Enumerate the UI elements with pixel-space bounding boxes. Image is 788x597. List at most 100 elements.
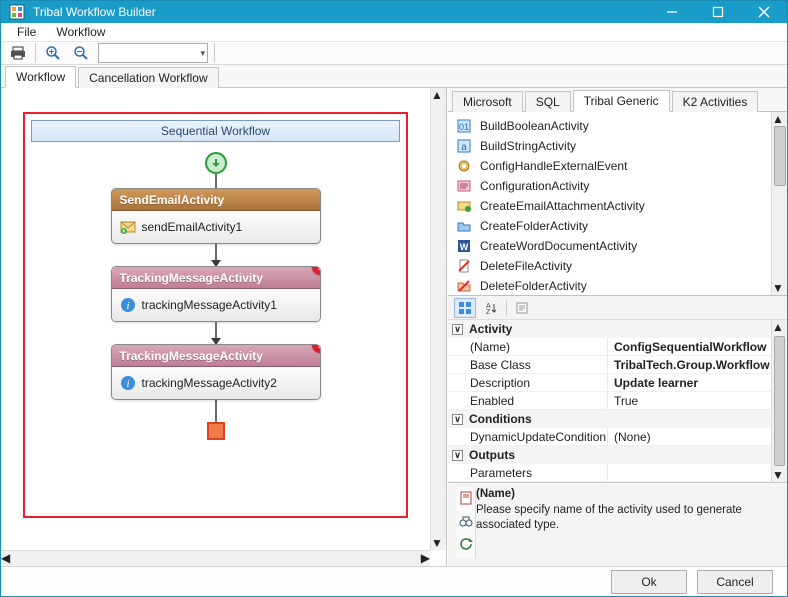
toolbar: ▾ <box>1 42 787 65</box>
refresh-icon[interactable] <box>459 537 473 554</box>
toolbox-item[interactable]: DeleteFolderActivity <box>450 276 769 295</box>
toolbox-tab-sql[interactable]: SQL <box>525 91 571 112</box>
dialog-buttons: Ok Cancel <box>1 566 787 596</box>
prop-key: Enabled <box>448 392 608 410</box>
window-title: Tribal Workflow Builder <box>33 5 649 19</box>
tab-cancellation[interactable]: Cancellation Workflow <box>78 67 219 88</box>
propgrid-alpha-button[interactable]: AZ <box>480 298 502 318</box>
chevron-down-icon: ▾ <box>200 48 205 59</box>
block-icon: a <box>456 138 472 154</box>
doc-icon[interactable] <box>459 491 473 508</box>
toolbox-scrollbar[interactable]: ▲ ▼ <box>771 112 787 295</box>
propgrid-toolbar: AZ <box>448 296 787 320</box>
propgrid-category: Conditions <box>469 412 532 426</box>
prop-value[interactable]: ConfigSequentialWorkflow <box>608 338 771 356</box>
maximize-button[interactable] <box>695 1 741 23</box>
activity-tracking-2[interactable]: ! TrackingMessageActivity i trackingMess… <box>111 344 321 400</box>
svg-text:Z: Z <box>486 309 491 315</box>
file-delete-icon <box>456 258 472 274</box>
activity-instance-label: trackingMessageActivity2 <box>142 376 277 390</box>
info-icon: i <box>120 297 136 313</box>
activity-type-label: TrackingMessageActivity <box>112 267 320 289</box>
zoom-combo[interactable]: ▾ <box>98 43 208 63</box>
prop-key: Description <box>448 374 608 392</box>
canvas-scrollbar-h[interactable]: ◀▶ <box>1 550 430 566</box>
svg-text:i: i <box>126 300 129 312</box>
prop-value[interactable]: Update learner <box>608 374 771 392</box>
toolbox-item[interactable]: DeleteFileActivity <box>450 256 769 276</box>
config-icon <box>456 178 472 194</box>
gear-icon <box>456 158 472 174</box>
toolbox-item[interactable]: ConfigHandleExternalEvent <box>450 156 769 176</box>
prop-value[interactable] <box>608 464 771 482</box>
designer-canvas[interactable]: Sequential Workflow SendEmailActivity se… <box>1 88 430 550</box>
toolbox-list: 01BuildBooleanActivity aBuildStringActiv… <box>448 112 787 296</box>
folder-delete-icon <box>456 278 472 294</box>
activity-type-label: TrackingMessageActivity <box>112 345 320 367</box>
designer-pane: Sequential Workflow SendEmailActivity se… <box>1 88 447 566</box>
toolbox-tab-microsoft[interactable]: Microsoft <box>452 91 523 112</box>
activity-instance-label: trackingMessageActivity1 <box>142 298 277 312</box>
close-button[interactable] <box>741 1 787 23</box>
svg-text:W: W <box>460 242 469 252</box>
selection-rect: Sequential Workflow SendEmailActivity se… <box>23 112 408 518</box>
collapse-icon[interactable]: ∨ <box>452 414 463 425</box>
app-window: Tribal Workflow Builder File Workflow ▾ … <box>0 0 788 597</box>
activity-tracking-1[interactable]: ! TrackingMessageActivity i trackingMess… <box>111 266 321 322</box>
prop-value[interactable]: True <box>608 392 771 410</box>
property-grid[interactable]: ∨Activity (Name)ConfigSequentialWorkflow… <box>448 320 787 482</box>
help-name: (Name) <box>476 487 779 503</box>
propgrid-categorized-button[interactable] <box>454 298 476 318</box>
mail-icon <box>120 219 136 235</box>
start-node[interactable] <box>205 152 227 174</box>
propgrid-category: Outputs <box>469 448 515 462</box>
svg-text:01: 01 <box>459 122 469 132</box>
end-node[interactable] <box>207 422 225 440</box>
cancel-button[interactable]: Cancel <box>697 570 773 594</box>
activity-instance-label: sendEmailActivity1 <box>142 220 243 234</box>
toolbox-tabs: Microsoft SQL Tribal Generic K2 Activiti… <box>448 88 787 112</box>
svg-text:a: a <box>461 142 467 153</box>
toolbox-tab-k2[interactable]: K2 Activities <box>672 91 759 112</box>
menubar: File Workflow <box>1 23 787 42</box>
prop-key: DynamicUpdateCondition <box>448 428 608 446</box>
sequential-workflow-header[interactable]: Sequential Workflow <box>31 120 400 142</box>
zoom-in-button[interactable] <box>42 42 64 64</box>
ok-button[interactable]: Ok <box>611 570 687 594</box>
canvas-scrollbar-v[interactable]: ▲▼ <box>430 88 446 550</box>
prop-key: Parameters <box>448 464 608 482</box>
toolbox-item[interactable]: CreateEmailAttachmentActivity <box>450 196 769 216</box>
block-icon: 01 <box>456 118 472 134</box>
app-icon <box>9 4 25 20</box>
propgrid-scrollbar[interactable]: ▲▼ <box>771 320 787 482</box>
tab-workflow[interactable]: Workflow <box>5 66 76 88</box>
attach-icon <box>456 198 472 214</box>
toolbox-item[interactable]: 01BuildBooleanActivity <box>450 116 769 136</box>
activity-sendemail[interactable]: SendEmailActivity sendEmailActivity1 <box>111 188 321 244</box>
prop-value[interactable]: (None) <box>608 428 771 446</box>
help-iconbar <box>456 487 476 558</box>
activity-type-label: SendEmailActivity <box>112 189 320 211</box>
prop-value[interactable]: TribalTech.Group.Workflow <box>608 356 771 374</box>
collapse-icon[interactable]: ∨ <box>452 450 463 461</box>
toolbox-item[interactable]: ConfigurationActivity <box>450 176 769 196</box>
titlebar: Tribal Workflow Builder <box>1 1 787 23</box>
binoculars-icon[interactable] <box>459 514 473 531</box>
menu-workflow[interactable]: Workflow <box>46 23 115 41</box>
print-button[interactable] <box>7 42 29 64</box>
toolbox-item[interactable]: aBuildStringActivity <box>450 136 769 156</box>
toolbox-item[interactable]: CreateFolderActivity <box>450 216 769 236</box>
prop-key: (Name) <box>448 338 608 356</box>
prop-key: Base Class <box>448 356 608 374</box>
info-icon: i <box>120 375 136 391</box>
collapse-icon[interactable]: ∨ <box>452 324 463 335</box>
toolbox-tab-tribal[interactable]: Tribal Generic <box>573 90 670 112</box>
right-pane: Microsoft SQL Tribal Generic K2 Activiti… <box>447 88 787 566</box>
help-panel: (Name) Please specify name of the activi… <box>448 482 787 566</box>
menu-file[interactable]: File <box>7 23 46 41</box>
propgrid-pages-button[interactable] <box>511 298 533 318</box>
svg-text:i: i <box>126 378 129 390</box>
minimize-button[interactable] <box>649 1 695 23</box>
zoom-out-button[interactable] <box>70 42 92 64</box>
toolbox-item[interactable]: WCreateWordDocumentActivity <box>450 236 769 256</box>
